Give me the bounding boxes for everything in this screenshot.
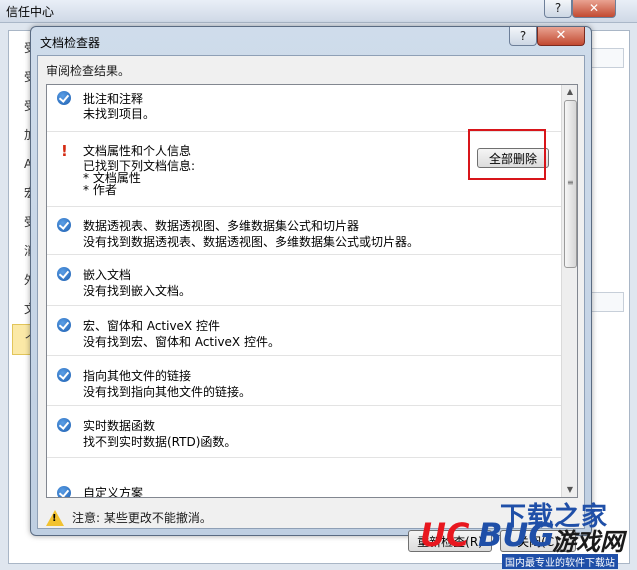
check-icon	[57, 91, 71, 105]
watermark-bug: BUG	[478, 516, 555, 554]
result-title: 宏、窗体和 ActiveX 控件	[83, 319, 220, 333]
review-results-label: 审阅检查结果。	[46, 64, 131, 78]
result-title: 自定义方案	[83, 486, 144, 498]
trust-center-titlebar: 信任中心 ? ✕	[0, 0, 637, 23]
document-inspector-dialog: 文档检查器 ? ✕ 审阅检查结果。 批注和注释 未找到项目。 ! 文档属性和个人…	[30, 26, 592, 552]
highlight-box	[468, 129, 546, 180]
result-row-pivot-tables: 数据透视表、数据透视图、多维数据集公式和切片器 没有找到数据透视表、数据透视图、…	[47, 207, 561, 255]
check-icon	[57, 486, 71, 497]
check-icon	[57, 368, 71, 382]
warning-triangle-icon: !	[46, 510, 64, 526]
scroll-down-icon[interactable]: ▼	[562, 483, 577, 497]
result-title: 实时数据函数	[83, 419, 156, 433]
result-row-custom-views: 自定义方案	[47, 458, 561, 498]
grip-icon: ≡	[567, 178, 574, 187]
watermark-logo: 下载之家 UC BUG 游戏网 国内最专业的软件下载站	[420, 496, 634, 569]
dialog-help-button[interactable]: ?	[509, 27, 537, 46]
result-row-links: 指向其他文件的链接 没有找到指向其他文件的链接。	[47, 356, 561, 406]
check-icon	[57, 418, 71, 432]
result-title: 指向其他文件的链接	[83, 369, 192, 383]
result-detail: 未找到项目。	[83, 107, 156, 121]
check-icon	[57, 267, 71, 281]
result-title: 嵌入文档	[83, 268, 132, 282]
warning-icon: !	[61, 142, 68, 160]
dialog-title: 文档检查器	[40, 36, 101, 50]
result-detail: * 作者	[83, 183, 117, 197]
result-row-rtd-functions: 实时数据函数 找不到实时数据(RTD)函数。	[47, 406, 561, 458]
result-detail: 没有找到嵌入文档。	[83, 284, 192, 298]
check-icon	[57, 218, 71, 232]
check-icon	[57, 318, 71, 332]
trust-center-title: 信任中心	[6, 5, 55, 19]
result-detail: 没有找到指向其他文件的链接。	[83, 385, 252, 399]
result-detail: 找不到实时数据(RTD)函数。	[83, 435, 237, 449]
watermark-game: 游戏网	[552, 528, 624, 556]
result-detail: 没有找到宏、窗体和 ActiveX 控件。	[83, 335, 280, 349]
result-row-comments: 批注和注释 未找到项目。	[47, 85, 561, 132]
trust-center-help-button[interactable]: ?	[544, 0, 572, 18]
scroll-up-icon[interactable]: ▲	[562, 85, 577, 99]
notice-text: 注意: 某些更改不能撤消。	[72, 511, 212, 525]
dialog-body: 审阅检查结果。 批注和注释 未找到项目。 ! 文档属性和个人信息 已找到下列文档…	[37, 55, 585, 552]
dialog-close-icon[interactable]: ✕	[537, 27, 585, 46]
watermark-sub: 国内最专业的软件下载站	[502, 554, 618, 569]
result-detail: 没有找到数据透视表、数据透视图、多维数据集公式或切片器。	[83, 235, 420, 249]
scroll-thumb[interactable]: ≡	[564, 100, 577, 268]
results-scrollbar[interactable]: ▲ ≡ ▼	[561, 85, 577, 497]
watermark-uc: UC	[420, 516, 470, 554]
trust-center-close-button[interactable]: ✕	[572, 0, 616, 18]
result-title: 数据透视表、数据透视图、多维数据集公式和切片器	[83, 219, 360, 233]
result-row-macros: 宏、窗体和 ActiveX 控件 没有找到宏、窗体和 ActiveX 控件。	[47, 306, 561, 356]
result-row-embedded-documents: 嵌入文档 没有找到嵌入文档。	[47, 255, 561, 306]
